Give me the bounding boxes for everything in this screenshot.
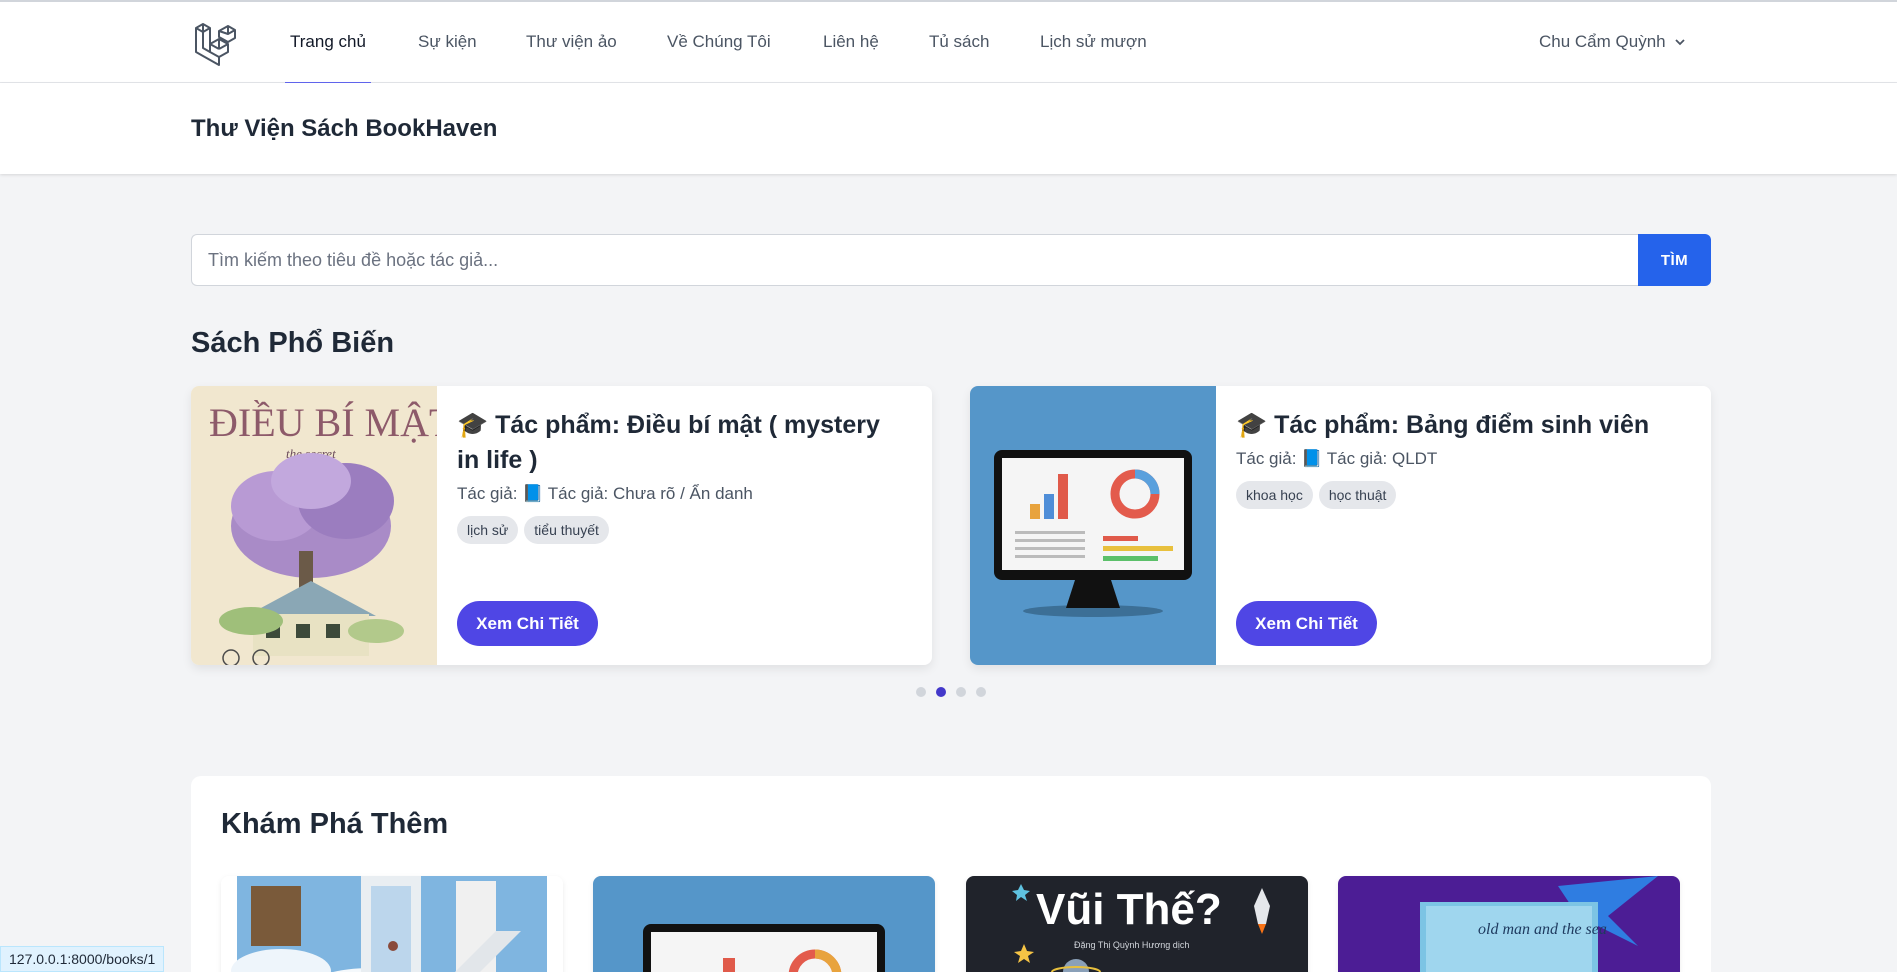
view-details-button[interactable]: Xem Chi Tiết	[457, 601, 598, 646]
tag-badge[interactable]: học thuật	[1318, 481, 1397, 509]
user-menu[interactable]: Chu Cẩm Quỳnh	[1539, 32, 1686, 52]
explore-heading: Khám Phá Thêm	[221, 808, 449, 840]
book-tags: khoa học học thuật	[1236, 481, 1681, 509]
popular-book-card: ĐIỀU BÍ MẬT the secret 🎓 Tác phẩm: Điều …	[191, 386, 932, 665]
book-title[interactable]: 🎓 Tác phẩm: Điều bí mật ( mystery in lif…	[457, 408, 902, 478]
book-info: 🎓 Tác phẩm: Bảng điểm sinh viên Tác giả:…	[1236, 408, 1681, 509]
explore-book-cover[interactable]: Vũi Thế? Đặng Thị Quỳnh Hương dịch	[966, 876, 1308, 972]
popular-books-heading: Sách Phổ Biến	[191, 327, 395, 359]
book-cover-image[interactable]: ĐIỀU BÍ MẬT the secret	[191, 386, 437, 665]
nav-about-us[interactable]: Về Chúng Tôi	[667, 32, 771, 84]
cover-title-text: old man and the sea	[1478, 921, 1607, 938]
user-name: Chu Cẩm Quỳnh	[1539, 32, 1666, 51]
cover-subtitle-text: Đặng Thị Quỳnh Hương dịch	[1074, 940, 1189, 950]
book-title[interactable]: 🎓 Tác phẩm: Bảng điểm sinh viên	[1236, 408, 1681, 443]
nav-events[interactable]: Sự kiện	[418, 32, 477, 84]
carousel-dot[interactable]	[916, 687, 926, 697]
status-bar-url: 127.0.0.1:8000/books/1	[0, 946, 165, 972]
book-author: Tác giả: 📘 Tác giả: Chưa rõ / Ẩn danh	[457, 484, 753, 503]
tag-badge[interactable]: tiểu thuyết	[524, 516, 609, 544]
tag-badge[interactable]: lịch sử	[457, 516, 519, 544]
explore-section: Khám Phá Thêm Vũi Thế? Đặng Thị Quỳnh Hư…	[191, 776, 1711, 972]
search-input[interactable]	[191, 234, 1638, 286]
explore-book-cover[interactable]	[593, 876, 935, 972]
view-details-button[interactable]: Xem Chi Tiết	[1236, 601, 1377, 646]
carousel-pagination	[916, 687, 986, 697]
carousel-dot[interactable]	[956, 687, 966, 697]
nav-borrow-history[interactable]: Lịch sử mượn	[1040, 32, 1147, 84]
cover-title-text: Vũi Thế?	[1036, 885, 1222, 934]
explore-book-cover[interactable]	[221, 876, 563, 972]
top-navigation: Trang chủ Sự kiện Thư viện ảo Về Chúng T…	[0, 0, 1897, 84]
search-bar: TÌM	[191, 234, 1711, 286]
nav-bookshelf[interactable]: Tủ sách	[929, 32, 989, 84]
chevron-down-icon	[1674, 39, 1685, 46]
page-title: Thư Viện Sách BookHaven	[191, 115, 498, 142]
page-header: Thư Viện Sách BookHaven	[0, 83, 1897, 174]
book-author: Tác giả: 📘 Tác giả: QLDT	[1236, 449, 1438, 468]
explore-book-cover[interactable]: old man and the sea	[1338, 876, 1680, 972]
logo-icon[interactable]	[193, 22, 237, 66]
nav-home[interactable]: Trang chủ	[285, 32, 371, 84]
popular-book-card: 🎓 Tác phẩm: Bảng điểm sinh viên Tác giả:…	[970, 386, 1711, 665]
carousel-dot[interactable]	[976, 687, 986, 697]
cover-title-text: ĐIỀU BÍ MẬT	[209, 400, 437, 445]
search-button[interactable]: TÌM	[1638, 234, 1711, 286]
carousel-dot-active[interactable]	[936, 687, 946, 697]
book-cover-image[interactable]	[970, 386, 1216, 665]
tag-badge[interactable]: khoa học	[1236, 481, 1313, 509]
book-info: 🎓 Tác phẩm: Điều bí mật ( mystery in lif…	[457, 408, 902, 544]
nav-virtual-library[interactable]: Thư viện ảo	[526, 32, 617, 84]
book-tags: lịch sử tiểu thuyết	[457, 516, 902, 544]
nav-contact[interactable]: Liên hệ	[823, 32, 879, 84]
